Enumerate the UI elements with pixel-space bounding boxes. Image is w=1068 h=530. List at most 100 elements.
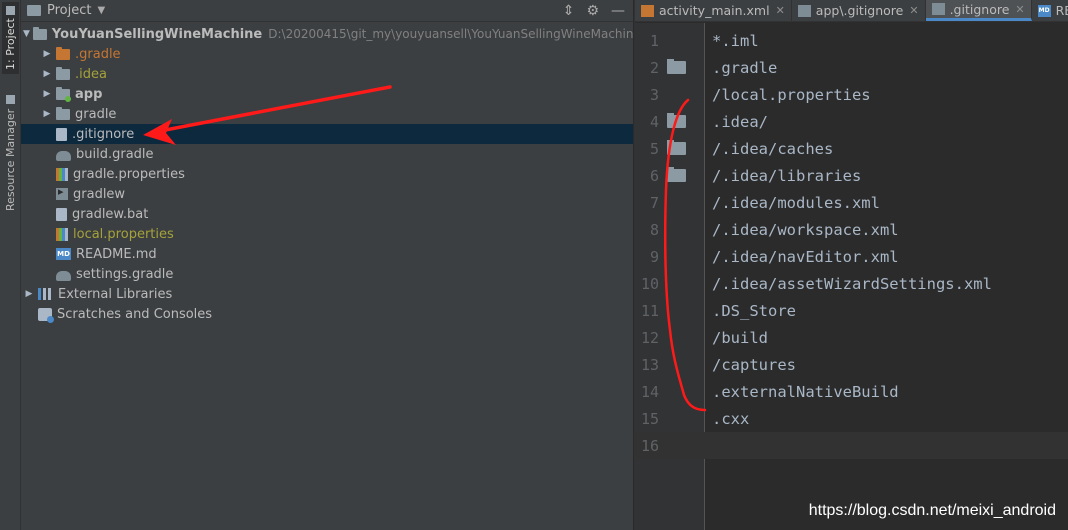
tab-gitignore[interactable]: .gitignore ✕ (925, 0, 1032, 21)
tree-item-label: gradlew (73, 186, 126, 202)
chevron-down-icon[interactable]: ▼ (97, 5, 105, 16)
tree-item-label: gradle.properties (73, 166, 185, 182)
tool-window-strip: 1: Project Resource Manager (0, 0, 21, 530)
resource-manager-tab[interactable]: Resource Manager (2, 92, 19, 214)
tree-item-label: .gradle (75, 46, 121, 62)
gear-icon[interactable]: ⚙ (586, 3, 599, 19)
tree-item-build-gradle[interactable]: build.gradle (21, 144, 633, 164)
code-line[interactable]: 10 /.idea/assetWizardSettings.xml (635, 270, 1068, 297)
tree-item-label: gradle (75, 106, 117, 122)
code-line-current[interactable]: 16 (635, 432, 1068, 459)
folder-icon (667, 167, 686, 182)
root-name: YouYuanSellingWineMachine (51, 26, 263, 42)
tree-item-gradlew-bat[interactable]: gradlew.bat (21, 204, 633, 224)
code-line[interactable]: 11 .DS_Store (635, 297, 1068, 324)
collapse-all-icon[interactable]: ⇕ (563, 3, 575, 19)
code-line[interactable]: 14 .externalNativeBuild (635, 378, 1068, 405)
folder-icon (667, 59, 686, 74)
tab-activity-main-xml[interactable]: activity_main.xml ✕ (635, 0, 792, 21)
tab-label: app\.gitignore (815, 3, 904, 18)
xml-file-icon (641, 4, 654, 17)
line-number: 16 (640, 436, 659, 455)
project-view-selector[interactable]: Project (47, 3, 91, 18)
line-number: 6 (649, 166, 659, 185)
code-line[interactable]: 1 *.iml (635, 27, 1068, 54)
code-line[interactable]: 3/local.properties (635, 81, 1068, 108)
project-view-icon (27, 5, 41, 16)
chevron-right-icon[interactable]: ▶ (41, 49, 53, 59)
code-line[interactable]: 5 /.idea/caches (635, 135, 1068, 162)
line-number: 1 (649, 31, 659, 50)
chevron-down-icon[interactable]: ▼ (23, 29, 30, 39)
tab-readme[interactable]: MD REA (1032, 0, 1068, 21)
tree-item-external-libraries[interactable]: ▶ External Libraries (21, 284, 633, 304)
gradle-elephant-icon (56, 150, 71, 161)
code-line[interactable]: 7 /.idea/modules.xml (635, 189, 1068, 216)
tree-item-gradle[interactable]: ▶ gradle (21, 104, 633, 124)
gradle-elephant-icon (56, 270, 71, 281)
close-icon[interactable]: ✕ (776, 4, 785, 17)
project-panel-header: Project ▼ ⇕ ⚙ — (21, 0, 633, 22)
gitignore-file-icon (931, 3, 945, 15)
close-icon[interactable]: ✕ (1015, 3, 1024, 16)
tree-item-gradlew[interactable]: gradlew (21, 184, 633, 204)
tree-item-readme[interactable]: MD README.md (21, 244, 633, 264)
tree-item-app[interactable]: ▶ app (21, 84, 633, 104)
tree-root[interactable]: ▼ YouYuanSellingWineMachine D:\20200415\… (21, 24, 641, 44)
project-panel: Project ▼ ⇕ ⚙ — ▼ YouYuanSellingWineMach… (21, 0, 641, 530)
app-module-icon (56, 87, 71, 102)
text-file-icon (56, 207, 67, 221)
code-line[interactable]: 2 .gradle (635, 54, 1068, 81)
code-line[interactable]: 9 /.idea/navEditor.xml (635, 243, 1068, 270)
line-number: 14 (640, 382, 659, 401)
hide-panel-icon[interactable]: — (611, 3, 625, 19)
editor-tabs: activity_main.xml ✕ app\.gitignore ✕ .gi… (635, 0, 1068, 22)
tree-item-gradle-properties[interactable]: gradle.properties (21, 164, 633, 184)
line-number: 7 (649, 193, 659, 212)
code-line[interactable]: 8 /.idea/workspace.xml (635, 216, 1068, 243)
gitignore-file-icon (797, 4, 811, 17)
close-icon[interactable]: ✕ (909, 4, 918, 17)
tree-item-scratches[interactable]: Scratches and Consoles (21, 304, 633, 324)
code-line[interactable]: 4 .idea/ (635, 108, 1068, 135)
line-text: /local.properties (712, 85, 871, 104)
markdown-file-icon: MD (56, 248, 71, 260)
code-line[interactable]: 13/captures (635, 351, 1068, 378)
gitignore-file-icon (56, 127, 67, 141)
tree-item-idea[interactable]: ▶ .idea (21, 64, 633, 84)
line-number: 12 (640, 328, 659, 347)
line-text: /captures (712, 355, 796, 374)
line-text: .idea/ (712, 112, 768, 131)
properties-file-icon (56, 167, 68, 181)
chevron-right-icon[interactable]: ▶ (23, 289, 35, 299)
code-line[interactable]: 6 /.idea/libraries (635, 162, 1068, 189)
folder-icon (56, 107, 70, 120)
tree-item-gradle-dir[interactable]: ▶ .gradle (21, 44, 633, 64)
tree-item-local-properties[interactable]: local.properties (21, 224, 633, 244)
tree-item-gitignore[interactable]: .gitignore (21, 124, 633, 144)
tree-item-settings-gradle[interactable]: settings.gradle (21, 264, 633, 284)
project-tool-tab[interactable]: 1: Project (2, 2, 19, 74)
code-line[interactable]: 12/build (635, 324, 1068, 351)
project-tool-tab-label: 1: Project (4, 18, 17, 71)
line-text: .DS_Store (712, 301, 796, 320)
watermark-text: https://blog.csdn.net/meixi_android (808, 502, 1056, 519)
line-text: /build (712, 328, 768, 347)
tree-item-label: Scratches and Consoles (57, 306, 213, 322)
tab-app-gitignore[interactable]: app\.gitignore ✕ (792, 0, 926, 21)
line-number: 3 (649, 85, 659, 104)
line-number: 2 (649, 58, 659, 77)
line-text: /.idea/libraries (712, 166, 862, 185)
code-line[interactable]: 15 .cxx (635, 405, 1068, 432)
scratches-icon (38, 307, 54, 323)
tree-item-label: External Libraries (58, 286, 173, 302)
tree-item-label: .idea (75, 66, 107, 82)
tab-label: REA (1055, 3, 1068, 18)
resource-manager-tab-label: Resource Manager (4, 108, 17, 211)
line-number: 10 (640, 274, 659, 293)
chevron-right-icon[interactable]: ▶ (41, 69, 53, 79)
line-text: .cxx (712, 409, 750, 428)
tree-item-label: settings.gradle (76, 266, 174, 282)
chevron-right-icon[interactable]: ▶ (41, 109, 53, 119)
chevron-right-icon[interactable]: ▶ (41, 89, 53, 99)
